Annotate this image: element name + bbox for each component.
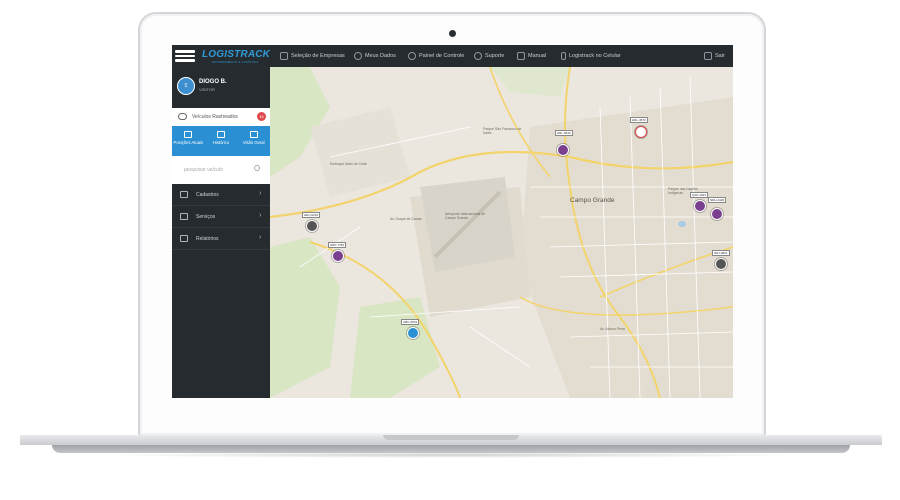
vehicle-plate-label: NRJ-3821 (712, 250, 730, 256)
logout-icon (704, 52, 712, 60)
vehicle-marker[interactable] (306, 220, 318, 232)
avatar: ♀ (177, 77, 195, 95)
map-road-label: Av. Afonso Pena (600, 327, 625, 331)
vehicle-search-input[interactable]: pesquisar veículo (172, 156, 270, 184)
map-place-label: Embrapa Gado de Corte (330, 162, 367, 166)
top-navigation-bar: LOGISTRACK RASTREAMENTO & LOGÍSTICA Sele… (172, 45, 733, 67)
nav-label: Meus Dados (365, 53, 396, 59)
menu-label: Cadastros (196, 192, 219, 198)
truck-icon (280, 52, 288, 60)
tracked-vehicles-label: Veículos Rastreados (192, 114, 238, 120)
map-canvas (270, 67, 733, 398)
tab-label: Visão Geral (242, 140, 265, 145)
menu-cadastros[interactable]: Cadastros › (172, 184, 270, 206)
chevron-right-icon: › (259, 190, 262, 197)
vehicle-plate-label: HRL-6810 (555, 130, 573, 136)
book-icon (517, 52, 525, 60)
user-icon (354, 52, 362, 60)
map-pin-icon (184, 131, 193, 138)
headset-icon (474, 52, 482, 60)
laptop-notch (383, 435, 519, 440)
pencil-icon (180, 191, 188, 198)
tab-visao-geral[interactable]: Visão Geral (237, 126, 270, 156)
nav-logistrack-celular[interactable]: Logistrack no Celular (561, 45, 621, 67)
vehicle-marker[interactable] (715, 258, 727, 270)
vehicle-marker[interactable] (407, 327, 419, 339)
tools-icon (180, 213, 188, 220)
camera (449, 30, 456, 37)
nav-painel-controle[interactable]: Painel de Controle (408, 45, 464, 67)
user-name: DIOGO B. (199, 79, 227, 85)
calendar-icon (217, 131, 225, 138)
menu-label: Relatórios (196, 236, 219, 242)
chevron-right-icon: › (259, 212, 262, 219)
menu-servicos[interactable]: Serviços › (172, 206, 270, 228)
vehicle-marker[interactable] (635, 126, 647, 138)
search-placeholder: pesquisar veículo (184, 167, 223, 173)
nav-label: Suporte (485, 53, 505, 59)
app-logo-tagline: RASTREAMENTO & LOGÍSTICA (212, 60, 259, 64)
vehicle-marker[interactable] (694, 200, 706, 212)
map-place-label: Parque São Francisco de Sales (483, 127, 522, 135)
menu-label: Serviços (196, 214, 216, 220)
app-logo: LOGISTRACK (202, 49, 271, 60)
phone-icon (561, 52, 566, 60)
vehicle-tabs: Posições Atuais Histórico Visão Geral (172, 126, 270, 156)
tab-posicoes-atuais[interactable]: Posições Atuais (172, 126, 205, 156)
tracked-vehicles-header[interactable]: Veículos Rastreados 15 (172, 108, 270, 126)
nav-suporte[interactable]: Suporte (474, 45, 504, 67)
dashboard-icon (408, 52, 416, 60)
user-role: VISITOR (199, 87, 215, 92)
vehicle-plate-label: HRL-4570 (630, 117, 648, 123)
app-screen: LOGISTRACK RASTREAMENTO & LOGÍSTICA Sele… (172, 45, 733, 398)
home-icon (249, 131, 258, 138)
user-profile[interactable]: ♀ DIOGO B. VISITOR (172, 67, 270, 108)
map-view[interactable]: Campo Grande Aeroporto Internacional de … (270, 67, 733, 398)
vehicle-marker[interactable] (332, 250, 344, 262)
report-icon (180, 235, 188, 242)
logout-label: Sair (715, 53, 725, 59)
map-city-label: Campo Grande (570, 197, 615, 204)
nav-label: Seleção de Empresas (291, 53, 345, 59)
vehicle-plate-label: NRH-4420 (708, 197, 727, 203)
nav-label: Manual (528, 53, 547, 59)
hamburger-menu-icon[interactable] (175, 48, 195, 64)
nav-selecao-empresas[interactable]: Seleção de Empresas (280, 45, 345, 67)
menu-relatorios[interactable]: Relatórios › (172, 228, 270, 250)
vehicle-count-badge: 15 (257, 112, 266, 121)
nav-manual[interactable]: Manual (517, 45, 546, 67)
search-icon[interactable] (254, 165, 260, 171)
sidebar: ♀ DIOGO B. VISITOR Veículos Rastreados 1… (172, 67, 270, 398)
vehicle-plate-label: HRP-7780 (328, 242, 347, 248)
map-place-label: Aeroporto Internacional de Campo Grande (445, 212, 485, 220)
map-road-label: Av. Duque de Caxias (390, 217, 422, 221)
logout-button[interactable]: Sair (704, 45, 725, 67)
vehicle-marker[interactable] (711, 208, 723, 220)
laptop-base-bottom (52, 445, 850, 453)
tab-historico[interactable]: Histórico (205, 126, 238, 156)
tab-label: Posições Atuais (173, 140, 204, 145)
vehicle-plate-label: QAP-1623 (690, 192, 709, 198)
nav-label: Painel de Controle (419, 53, 465, 59)
chevron-right-icon: › (259, 234, 262, 241)
nav-meus-dados[interactable]: Meus Dados (354, 45, 396, 67)
vehicle-plate-label: OBC-3501 (401, 319, 420, 325)
vehicle-plate-label: HRU-0216 (302, 212, 321, 218)
nav-label: Logistrack no Celular (569, 53, 621, 59)
vehicle-marker[interactable] (557, 144, 569, 156)
truck-icon (178, 113, 187, 120)
tab-label: Histórico (212, 140, 230, 145)
